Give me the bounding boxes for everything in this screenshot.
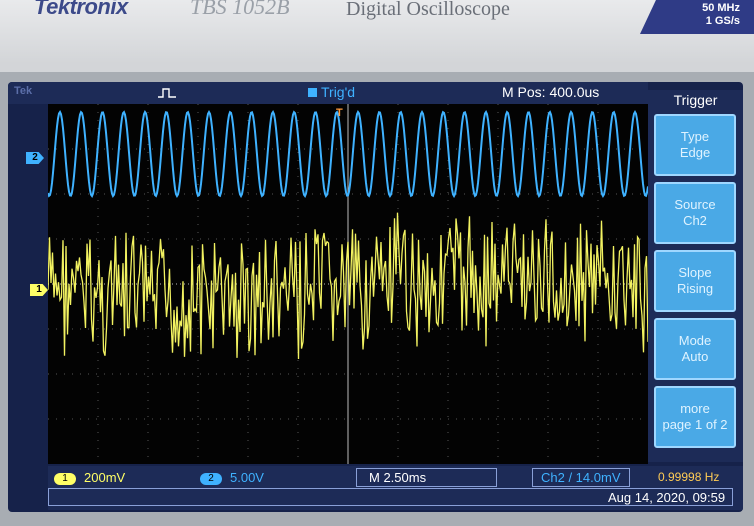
menu-button-type[interactable]: Type Edge bbox=[654, 114, 736, 176]
menu-button-slope[interactable]: Slope Rising bbox=[654, 250, 736, 312]
menu-button-label: Source bbox=[674, 197, 716, 212]
pulse-icon bbox=[158, 86, 176, 104]
timebase-readout: M 2.50ms bbox=[356, 468, 498, 487]
trigger-readout-text: Ch2 / 14.0mV bbox=[541, 470, 621, 485]
menu-button-value: Edge bbox=[679, 145, 711, 160]
ch1-scale-readout: 1 200mV bbox=[54, 470, 125, 485]
menu-button-more[interactable]: more page 1 of 2 bbox=[654, 386, 736, 448]
spec-badge: 50 MHz 1 GS/s bbox=[640, 0, 754, 34]
waveform-display: T bbox=[48, 104, 648, 464]
status-bar: Tek Trig'd M Pos: 400.0us bbox=[8, 82, 648, 104]
ch1-scale-value: 200mV bbox=[84, 470, 126, 485]
trigger-status-text: Trig'd bbox=[321, 84, 356, 100]
trigger-status: Trig'd bbox=[308, 84, 355, 100]
trigger-position-marker: T bbox=[336, 107, 343, 119]
readout-bar: 1 200mV 2 5.00V M 2.50ms Ch2 / 14.0mV 0.99… bbox=[48, 466, 743, 510]
menu-button-value: page 1 of 2 bbox=[662, 417, 728, 432]
oscilloscope-screen: Tek Trig'd M Pos: 400.0us T 2 1 Trigger … bbox=[8, 82, 743, 512]
model-number: TBS 1052B bbox=[190, 0, 290, 19]
bandwidth-spec: 50 MHz bbox=[702, 2, 740, 14]
ch2-scale-readout: 2 5.00V bbox=[200, 470, 264, 485]
instrument-subtitle: Digital Oscilloscope bbox=[346, 0, 510, 20]
menu-title: Trigger bbox=[673, 92, 718, 108]
ch1-ground-marker[interactable]: 1 bbox=[30, 284, 48, 296]
samplerate-spec: 1 GS/s bbox=[705, 15, 740, 27]
horizontal-position: M Pos: 400.0us bbox=[502, 84, 600, 100]
menu-button-source[interactable]: Source Ch2 bbox=[654, 182, 736, 244]
menu-button-value: Ch2 bbox=[683, 213, 707, 228]
ch2-badge: 2 bbox=[200, 473, 222, 485]
ch1-badge: 1 bbox=[54, 473, 76, 485]
ch2-scale-value: 5.00V bbox=[230, 470, 264, 485]
menu-button-value: Rising bbox=[676, 281, 714, 296]
graticule: T bbox=[48, 104, 648, 464]
menu-button-label: Slope bbox=[678, 265, 712, 280]
menu-button-label: more bbox=[680, 401, 710, 416]
datetime-readout: Aug 14, 2020, 09:59 bbox=[608, 490, 726, 505]
trigger-readout: Ch2 / 14.0mV bbox=[532, 468, 630, 487]
menu-button-mode[interactable]: Mode Auto bbox=[654, 318, 736, 380]
menu-button-label: Mode bbox=[678, 333, 712, 348]
instrument-bezel: Tektronix TBS 1052B Digital Oscilloscope… bbox=[0, 0, 754, 526]
trigger-status-square-icon bbox=[308, 88, 317, 97]
frequency-readout: 0.99998 Hz bbox=[658, 470, 720, 484]
ch2-ground-marker[interactable]: 2 bbox=[26, 152, 44, 164]
tek-label: Tek bbox=[14, 85, 33, 97]
brand-logo: Tektronix bbox=[34, 0, 128, 19]
trigger-menu: Trigger Type Edge Source Ch2 Slope Risin… bbox=[648, 90, 743, 462]
menu-button-value: Auto bbox=[681, 349, 709, 364]
menu-button-label: Type bbox=[680, 129, 710, 144]
